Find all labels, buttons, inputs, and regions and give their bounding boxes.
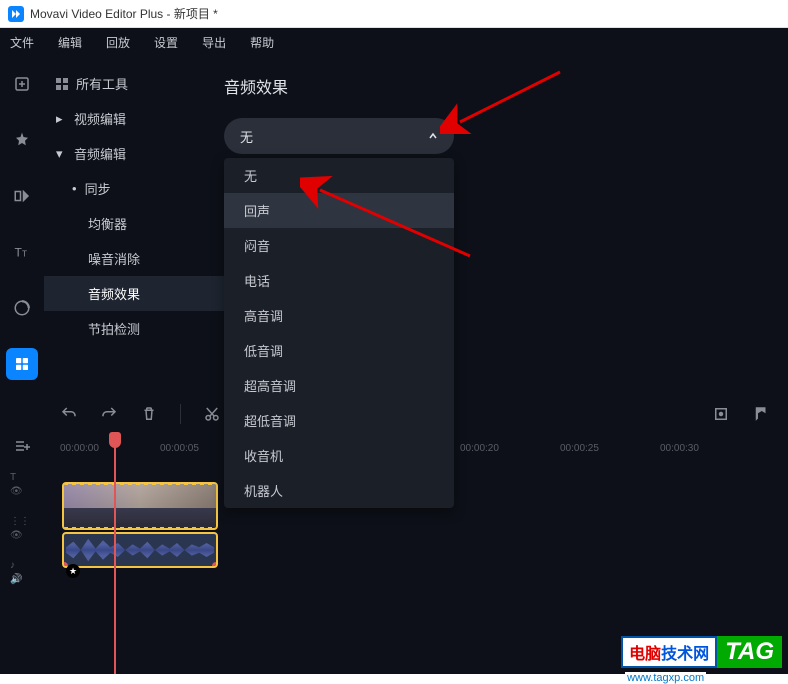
video-clip[interactable]: [62, 482, 218, 530]
tree-label: 视频编辑: [74, 109, 126, 128]
menu-help[interactable]: 帮助: [244, 30, 280, 55]
option-none[interactable]: 无: [224, 158, 454, 193]
add-track-button[interactable]: [14, 438, 30, 459]
sidebar-pin-icon[interactable]: [6, 124, 38, 156]
svg-text:T: T: [22, 250, 27, 259]
track-link-icon[interactable]: ⋮⋮: [10, 516, 26, 527]
track-visibility-icon[interactable]: 👁: [10, 530, 26, 541]
cut-button[interactable]: [203, 405, 221, 423]
track-visibility-icon[interactable]: 👁: [10, 486, 26, 497]
undo-button[interactable]: [60, 405, 78, 423]
time-mark: 00:00:30: [660, 443, 760, 454]
track-audio-icon[interactable]: ♪: [10, 560, 26, 571]
clip-border: [64, 482, 216, 485]
icon-sidebar: TT: [0, 56, 44, 434]
clip-effect-badge[interactable]: ★: [66, 564, 80, 578]
sidebar-transition-icon[interactable]: [6, 180, 38, 212]
time-mark: 00:00:20: [460, 443, 560, 454]
tree-label: 音频编辑: [74, 144, 126, 163]
option-radio[interactable]: 收音机: [224, 438, 454, 473]
audio-clip[interactable]: [62, 532, 218, 568]
menu-playback[interactable]: 回放: [100, 30, 136, 55]
clip-border: [64, 527, 216, 530]
watermark-tag: TAG: [717, 636, 782, 668]
menubar: 文件 编辑 回放 设置 导出 帮助: [0, 28, 788, 56]
sidebar-text-icon[interactable]: TT: [6, 236, 38, 268]
option-very-high-pitch[interactable]: 超高音调: [224, 368, 454, 403]
tree-label: 同步: [85, 179, 111, 198]
tree-panel: 所有工具 ▸ 视频编辑 ▾ 音频编辑 • 同步 均衡器 噪音消除 音频效果: [44, 56, 224, 434]
tree-noise-removal[interactable]: 噪音消除: [44, 241, 224, 276]
menu-file[interactable]: 文件: [4, 30, 40, 55]
playhead-handle[interactable]: [109, 432, 121, 448]
option-muffled[interactable]: 闷音: [224, 228, 454, 263]
option-low-pitch[interactable]: 低音调: [224, 333, 454, 368]
window-title: Movavi Video Editor Plus - 新项目 *: [30, 5, 218, 22]
separator: [180, 404, 181, 424]
tree-all-tools[interactable]: 所有工具: [44, 66, 224, 101]
chevron-down-icon: ▾: [56, 149, 66, 159]
track-text-icon[interactable]: T: [10, 472, 26, 483]
option-robot[interactable]: 机器人: [224, 473, 454, 508]
tree-equalizer[interactable]: 均衡器: [44, 206, 224, 241]
sidebar-add-icon[interactable]: [6, 68, 38, 100]
crop-button[interactable]: [712, 405, 730, 423]
sidebar-more-icon[interactable]: [6, 348, 38, 380]
dropdown-list: 无 回声 闷音 电话 高音调 低音调 超高音调 超低音调 收音机 机器人: [224, 158, 454, 508]
option-echo[interactable]: 回声: [224, 193, 454, 228]
tree-video-edit[interactable]: ▸ 视频编辑: [44, 101, 224, 136]
watermark-text: 电脑技术网: [621, 636, 717, 668]
option-phone[interactable]: 电话: [224, 263, 454, 298]
tree-label: 音频效果: [88, 284, 140, 303]
tree-sync[interactable]: • 同步: [44, 171, 224, 206]
bullet-icon: •: [72, 181, 77, 196]
effect-dropdown[interactable]: 无: [224, 118, 454, 154]
window-titlebar: Movavi Video Editor Plus - 新项目 *: [0, 0, 788, 28]
chevron-right-icon: ▸: [56, 114, 66, 124]
time-mark: 00:00:25: [560, 443, 660, 454]
content-area: 音频效果 无 无 回声 闷音 电话 高音调 低音调 超高音调 超低音调 收音机 …: [224, 56, 788, 434]
option-high-pitch[interactable]: 高音调: [224, 298, 454, 333]
app-icon: [8, 6, 24, 22]
tree-audio-effects[interactable]: 音频效果: [44, 276, 224, 311]
playhead[interactable]: [114, 434, 116, 674]
menu-edit[interactable]: 编辑: [52, 30, 88, 55]
content-title: 音频效果: [224, 74, 788, 98]
clip-container: ★: [62, 482, 218, 568]
menu-settings[interactable]: 设置: [148, 30, 184, 55]
tree-label: 均衡器: [88, 214, 127, 233]
clip-handle-right[interactable]: [212, 562, 218, 568]
redo-button[interactable]: [100, 405, 118, 423]
sidebar-sticker-icon[interactable]: [6, 292, 38, 324]
tree-label: 噪音消除: [88, 249, 140, 268]
tree-label: 所有工具: [76, 74, 128, 93]
delete-button[interactable]: [140, 405, 158, 423]
grid-icon: [56, 78, 68, 90]
tree-label: 节拍检测: [88, 319, 140, 338]
track-mute-icon[interactable]: 🔊: [10, 574, 26, 585]
dropdown-selected: 无: [240, 127, 253, 146]
tree-audio-edit[interactable]: ▾ 音频编辑: [44, 136, 224, 171]
watermark: 电脑技术网 www.tagxp.com TAG: [621, 636, 782, 668]
marker-button[interactable]: [752, 405, 770, 423]
option-very-low-pitch[interactable]: 超低音调: [224, 403, 454, 438]
chevron-up-icon: [428, 129, 438, 144]
menu-export[interactable]: 导出: [196, 30, 232, 55]
waveform: [66, 536, 214, 564]
tree-beat-detect[interactable]: 节拍检测: [44, 311, 224, 346]
